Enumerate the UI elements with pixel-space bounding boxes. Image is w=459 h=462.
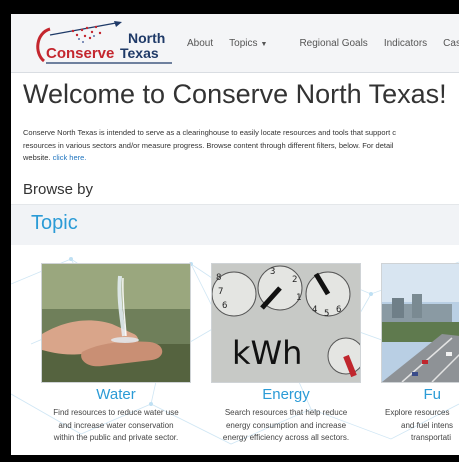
topic-section-bar: Topic xyxy=(11,204,459,245)
site-navbar: North Conserve Texas About Topics ▼ Regio… xyxy=(11,14,459,73)
fuel-highway-image xyxy=(381,263,459,383)
card-desc-line: Explore resources xyxy=(385,408,450,417)
nav-topics-label: Topics xyxy=(229,38,258,49)
logo-text-conserve: Conserve xyxy=(46,45,114,62)
card-title-fuel[interactable]: Fu xyxy=(381,386,459,404)
card-desc-line: energy efficiency across all sectors. xyxy=(222,433,350,442)
main-nav: About Topics ▼ Regional Goals Indicators … xyxy=(187,38,459,49)
page-title: Welcome to Conserve North Texas! xyxy=(23,79,447,109)
card-desc-water: Find resources to reduce water use and i… xyxy=(41,407,191,445)
card-desc-line: Find resources to reduce water use xyxy=(53,408,179,417)
nav-about[interactable]: About xyxy=(187,38,213,49)
svg-text:6: 6 xyxy=(336,305,341,315)
svg-text:3: 3 xyxy=(270,267,275,277)
intro-line-3: website. xyxy=(23,153,51,162)
nav-regional-goals[interactable]: Regional Goals xyxy=(299,38,367,49)
card-desc-energy: Search resources that help reduce energy… xyxy=(211,407,361,445)
card-desc-line: and fuel intens xyxy=(401,420,454,430)
svg-text:5: 5 xyxy=(324,309,329,319)
card-desc-line: Search resources that help reduce xyxy=(224,408,348,417)
topic-card-fuel[interactable]: Fu Explore resources and fuel intens tra… xyxy=(381,263,459,445)
intro-line-2: resources in various sectors and/or meas… xyxy=(23,140,394,150)
card-desc-line: within the public and private sector. xyxy=(53,433,179,442)
svg-text:2: 2 xyxy=(292,275,297,285)
browser-viewport: North Conserve Texas About Topics ▼ Regio… xyxy=(11,14,459,455)
card-desc-line: energy consumption and increase xyxy=(225,420,347,430)
caret-down-icon: ▼ xyxy=(260,41,268,48)
card-desc-line: transportati xyxy=(411,433,452,442)
svg-text:8: 8 xyxy=(216,273,221,283)
kwh-label: kWh xyxy=(232,334,302,372)
svg-text:1: 1 xyxy=(296,293,301,303)
topic-card-energy[interactable]: 876 321 456 kWh Energy Search resources … xyxy=(211,263,361,445)
click-here-link[interactable]: click here. xyxy=(53,153,87,162)
card-desc-line: and increase water conservation xyxy=(58,420,174,430)
logo-text-texas: Texas xyxy=(120,45,159,61)
nav-case-studies[interactable]: Case Studi xyxy=(443,38,459,49)
conserve-north-texas-logo[interactable]: North Conserve Texas xyxy=(30,21,178,67)
intro-paragraph: Conserve North Texas is intended to serv… xyxy=(23,127,459,165)
card-title-energy[interactable]: Energy xyxy=(211,386,361,404)
topic-heading: Topic xyxy=(31,212,78,234)
intro-line-1: Conserve North Texas is intended to serv… xyxy=(23,128,396,137)
nav-indicators[interactable]: Indicators xyxy=(384,38,427,49)
water-image xyxy=(41,263,191,383)
card-desc-fuel: Explore resources and fuel intens transp… xyxy=(381,407,459,445)
svg-text:4: 4 xyxy=(312,305,317,315)
svg-text:7: 7 xyxy=(218,287,223,297)
svg-text:6: 6 xyxy=(222,301,227,311)
energy-meter-image: 876 321 456 kWh xyxy=(211,263,361,383)
topic-card-water[interactable]: Water Find resources to reduce water use… xyxy=(41,263,191,445)
nav-topics[interactable]: Topics ▼ xyxy=(229,38,283,49)
logo-text-north: North xyxy=(128,30,165,46)
browse-by-heading: Browse by xyxy=(23,181,94,198)
card-title-water[interactable]: Water xyxy=(41,386,191,404)
